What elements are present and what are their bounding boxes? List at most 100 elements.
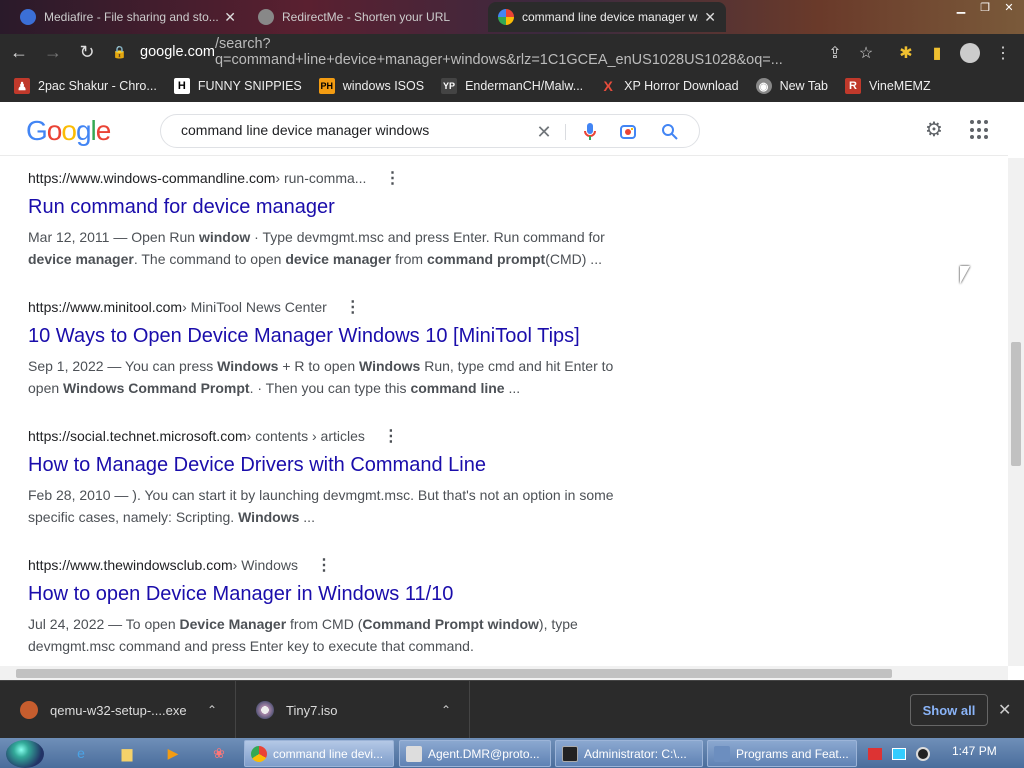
image-search-icon[interactable] bbox=[617, 121, 639, 143]
bookmark-star-icon[interactable]: ☆ bbox=[853, 40, 879, 66]
bookmark-favicon-icon: PH bbox=[318, 78, 335, 94]
search-result: https://www.minitool.com › MiniTool News… bbox=[28, 297, 648, 399]
flag-icon[interactable] bbox=[868, 748, 882, 760]
chrome-icon bbox=[251, 745, 267, 762]
google-header: Google ✕ ⚙ bbox=[0, 102, 1008, 156]
result-title-link[interactable]: 10 Ways to Open Device Manager Windows 1… bbox=[28, 325, 648, 351]
system-tray bbox=[862, 740, 1024, 768]
bookmark-favicon-icon: X bbox=[603, 78, 613, 94]
lock-icon: 🔒 bbox=[112, 45, 127, 59]
disc-image-icon bbox=[256, 701, 274, 719]
side-panel-icon[interactable]: ▮ bbox=[924, 40, 950, 66]
internet-explorer-icon[interactable]: e bbox=[70, 742, 92, 764]
search-result: https://www.windows-commandline.com › ru… bbox=[28, 168, 648, 270]
bookmark-favicon-icon: ♟ bbox=[14, 78, 30, 94]
page-content: Google ✕ ⚙ https://www.windows-commandli… bbox=[0, 102, 1008, 666]
result-url[interactable]: https://social.technet.microsoft.com › c… bbox=[28, 426, 648, 446]
close-tab-icon[interactable]: ✕ bbox=[224, 9, 236, 26]
bookmarks-bar: ♟ 2pac Shakur - Chro... H FUNNY SNIPPIES P… bbox=[0, 70, 1024, 102]
bookmark-item[interactable]: ♟ 2pac Shakur - Chro... bbox=[14, 78, 157, 94]
address-domain: google.com bbox=[140, 44, 215, 60]
network-icon[interactable] bbox=[892, 748, 906, 760]
profile-avatar-icon[interactable] bbox=[957, 40, 983, 66]
close-tab-icon[interactable]: ✕ bbox=[704, 9, 716, 26]
start-orb-icon[interactable] bbox=[6, 740, 44, 768]
more-options-icon[interactable]: ⋮ bbox=[316, 555, 332, 575]
reload-icon[interactable]: ↻ bbox=[72, 37, 102, 67]
result-title-link[interactable]: Run command for device manager bbox=[28, 196, 648, 222]
mediafire-favicon-icon bbox=[20, 9, 36, 25]
result-title-link[interactable]: How to Manage Device Drivers with Comman… bbox=[28, 454, 648, 480]
bookmark-label: FUNNY SNIPPIES bbox=[197, 79, 302, 93]
google-logo[interactable]: Google bbox=[26, 115, 111, 147]
vertical-scroll-thumb[interactable] bbox=[1011, 342, 1021, 466]
result-snippet: Sep 1, 2022 — You can press Windows + R … bbox=[28, 358, 614, 396]
paint-icon[interactable]: ❀ bbox=[208, 742, 230, 764]
media-player-icon[interactable]: ▶ bbox=[162, 742, 184, 764]
downloads-shelf: qemu-w32-setup-....exe ⌃ Tiny7.iso ⌃ Sho… bbox=[0, 680, 1024, 739]
bookmark-item[interactable]: H FUNNY SNIPPIES bbox=[173, 78, 302, 94]
taskbar-clock[interactable]: 1:47 PM bbox=[952, 744, 997, 758]
result-url[interactable]: https://www.thewindowsclub.com › Windows… bbox=[28, 555, 648, 575]
explorer-folder-icon[interactable]: ▆ bbox=[116, 742, 138, 764]
browser-tab-strip: Mediafire - File sharing and sto... ✕ Re… bbox=[0, 0, 1024, 34]
search-icon[interactable] bbox=[659, 121, 681, 143]
search-box: ✕ bbox=[160, 114, 700, 148]
google-apps-icon[interactable] bbox=[970, 120, 990, 140]
share-icon[interactable]: ⇪ bbox=[822, 40, 848, 66]
download-filename: Tiny7.iso bbox=[286, 702, 338, 718]
bookmark-label: EndermanCH/Malw... bbox=[465, 79, 584, 93]
clear-search-icon[interactable]: ✕ bbox=[533, 121, 555, 143]
result-snippet: Mar 12, 2011 — Open Run window · Type de… bbox=[28, 229, 605, 267]
maximize-icon[interactable]: ❐ bbox=[974, 0, 996, 16]
bookmark-favicon-icon: YP bbox=[441, 78, 458, 94]
bookmark-favicon-icon: ◉ bbox=[755, 78, 772, 94]
minimize-icon[interactable]: ▁ bbox=[950, 0, 972, 16]
search-result: https://social.technet.microsoft.com › c… bbox=[28, 426, 648, 528]
task-label: Agent.DMR@proto... bbox=[428, 746, 540, 761]
bookmark-item[interactable]: R VineMEMZ bbox=[845, 78, 931, 94]
result-url[interactable]: https://www.minitool.com › MiniTool News… bbox=[28, 297, 648, 317]
taskbar-notepad[interactable]: Agent.DMR@proto... bbox=[399, 740, 551, 767]
task-label: Programs and Feat... bbox=[736, 746, 849, 761]
extensions-puzzle-icon[interactable]: ✱ bbox=[893, 40, 919, 66]
task-label: command line devi... bbox=[273, 746, 384, 761]
more-options-icon[interactable]: ⋮ bbox=[345, 297, 361, 317]
tab-google-search[interactable]: command line device manager w... ✕ bbox=[488, 2, 726, 32]
address-bar[interactable]: 🔒 google.com/search?q=command+line+devic… bbox=[112, 36, 822, 68]
close-downloads-icon[interactable]: ✕ bbox=[998, 700, 1011, 720]
more-options-icon[interactable]: ⋮ bbox=[384, 168, 400, 188]
result-url[interactable]: https://www.windows-commandline.com › ru… bbox=[28, 168, 648, 188]
back-arrow-icon[interactable]: ← bbox=[4, 37, 34, 67]
tab-label: Mediafire - File sharing and sto... bbox=[44, 10, 219, 24]
control-panel-icon bbox=[714, 745, 730, 762]
bookmark-item[interactable]: ◉ New Tab bbox=[755, 78, 828, 94]
browser-menu-icon[interactable]: ⋮ bbox=[990, 40, 1016, 66]
tab-redirectme[interactable]: RedirectMe - Shorten your URL bbox=[248, 2, 484, 32]
close-window-icon[interactable]: ✕ bbox=[998, 0, 1020, 16]
bookmark-item[interactable]: X XP Horror Download bbox=[600, 78, 739, 94]
taskbar-cmd[interactable]: Administrator: C:\... bbox=[555, 740, 703, 767]
chevron-up-icon[interactable]: ⌃ bbox=[207, 703, 217, 717]
search-input[interactable] bbox=[181, 122, 521, 138]
forward-arrow-icon[interactable]: → bbox=[38, 37, 68, 67]
settings-gear-icon[interactable]: ⚙ bbox=[922, 118, 946, 142]
voice-search-icon[interactable] bbox=[579, 121, 601, 143]
bookmark-item[interactable]: YP EndermanCH/Malw... bbox=[441, 78, 583, 94]
taskbar-chrome[interactable]: command line devi... bbox=[244, 740, 394, 767]
horizontal-scroll-thumb[interactable] bbox=[16, 669, 892, 678]
bookmark-item[interactable]: PH windows ISOS bbox=[318, 78, 424, 94]
more-options-icon[interactable]: ⋮ bbox=[383, 426, 399, 446]
result-snippet: Feb 28, 2010 — ). You can start it by la… bbox=[28, 487, 614, 525]
show-all-downloads-button[interactable]: Show all bbox=[910, 694, 988, 726]
download-item[interactable]: qemu-w32-setup-....exe ⌃ bbox=[0, 681, 236, 739]
search-result: https://www.thewindowsclub.com › Windows… bbox=[28, 555, 648, 657]
taskbar-programs-features[interactable]: Programs and Feat... bbox=[707, 740, 857, 767]
result-title-link[interactable]: How to open Device Manager in Windows 11… bbox=[28, 583, 648, 609]
volume-icon[interactable] bbox=[916, 747, 930, 761]
tab-mediafire[interactable]: Mediafire - File sharing and sto... ✕ bbox=[10, 2, 246, 32]
mouse-cursor bbox=[960, 266, 970, 284]
bookmark-label: XP Horror Download bbox=[624, 79, 739, 93]
chevron-up-icon[interactable]: ⌃ bbox=[441, 703, 451, 717]
download-item[interactable]: Tiny7.iso ⌃ bbox=[236, 681, 470, 739]
